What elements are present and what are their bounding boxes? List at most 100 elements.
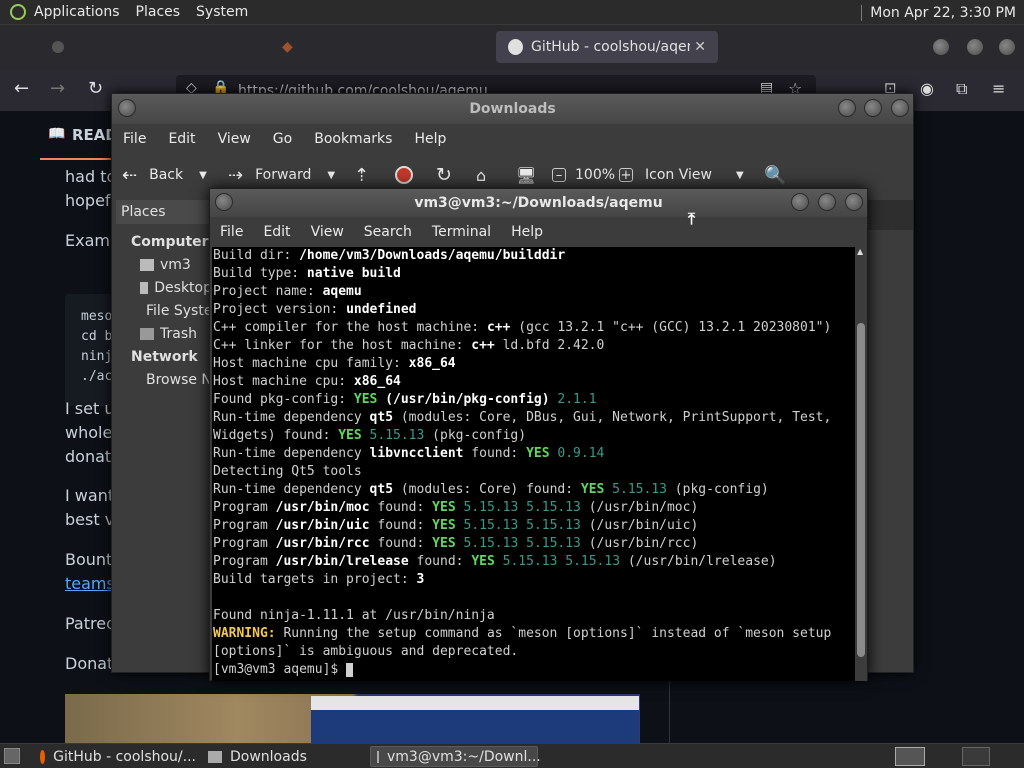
- back-arrow-icon[interactable]: ←: [14, 78, 29, 99]
- taskbar-item-terminal[interactable]: vm3@vm3:~/Downl...: [370, 746, 541, 767]
- applications-menu[interactable]: Applications: [26, 4, 128, 20]
- terminal-icon: [377, 750, 379, 763]
- sidebar-item-browse-network[interactable]: Browse Network: [140, 372, 212, 388]
- tab-inactive-2[interactable]: ◆: [270, 31, 470, 63]
- forward-button[interactable]: ⇢ Forward ▼: [228, 165, 335, 186]
- account-icon[interactable]: ◉: [920, 79, 934, 98]
- sidebar-item-filesystem[interactable]: File System: [140, 303, 212, 319]
- maximize-button[interactable]: [864, 99, 882, 117]
- terminal-text: aqemu: [322, 284, 362, 299]
- back-dropdown-icon[interactable]: ▼: [199, 170, 207, 181]
- terminal-text: (/usr/bin/moc): [580, 500, 699, 515]
- menu-view[interactable]: View: [207, 131, 262, 147]
- terminal-line: Run-time dependency libvncclient found: …: [213, 445, 604, 463]
- system-menu[interactable]: System: [188, 4, 256, 20]
- scrollbar-thumb[interactable]: [857, 323, 865, 657]
- workspace-switcher[interactable]: [895, 747, 925, 766]
- terminal-text: c++: [486, 320, 511, 335]
- trash-icon: [140, 328, 154, 340]
- terminal-text: Program: [213, 554, 276, 569]
- terminal-title: vm3@vm3:~/Downloads/aqemu: [414, 195, 663, 211]
- forward-label: Forward: [255, 167, 312, 183]
- taskbar-item-browser[interactable]: GitHub - coolshou/...: [34, 746, 196, 767]
- stop-icon[interactable]: [395, 166, 413, 184]
- up-icon[interactable]: ⇡: [354, 165, 369, 186]
- extensions-icon[interactable]: ⧉: [956, 79, 967, 99]
- search-icon[interactable]: 🔍: [764, 165, 786, 186]
- terminal-text: Host machine cpu:: [213, 374, 354, 389]
- reload-icon[interactable]: ↻: [88, 78, 103, 99]
- terminal-line: Build targets in project: 3: [213, 571, 424, 589]
- computer-icon[interactable]: 🖥: [516, 166, 536, 185]
- menu-go[interactable]: Go: [262, 131, 303, 147]
- forward-dropdown-icon[interactable]: ▼: [327, 170, 335, 181]
- view-mode-dropdown-icon[interactable]: ▼: [736, 170, 744, 181]
- browser-maximize-button[interactable]: [966, 38, 984, 56]
- terminal-text: found:: [369, 500, 433, 515]
- menu-icon[interactable]: ≡: [992, 79, 1005, 98]
- close-button[interactable]: [891, 99, 909, 117]
- sidebar-item-trash[interactable]: Trash: [140, 326, 212, 342]
- view-mode-select[interactable]: Icon View: [645, 167, 712, 183]
- terminal-line: Run-time dependency qt5 (modules: Core) …: [213, 481, 769, 499]
- file-view-area[interactable]: [868, 200, 913, 230]
- clock-area[interactable]: Mon Apr 22, 3:30 PM: [861, 0, 1016, 25]
- forward-arrow-icon[interactable]: →: [50, 78, 65, 99]
- forward-icon: ⇢: [228, 164, 244, 186]
- tab-inactive-1[interactable]: [40, 31, 240, 63]
- menu-file[interactable]: File: [112, 131, 157, 147]
- taskbar-item-downloads[interactable]: Downloads: [202, 746, 364, 767]
- terminal-text: found:: [369, 536, 433, 551]
- zoom-in-icon[interactable]: +: [619, 168, 633, 183]
- terminal-scrollbar[interactable]: ▲: [855, 247, 867, 681]
- places-header[interactable]: Places: [116, 200, 216, 224]
- terminal-text: Found pkg-config:: [213, 392, 354, 407]
- show-desktop-icon[interactable]: [4, 748, 20, 764]
- close-tab-icon[interactable]: ✕: [694, 39, 706, 55]
- terminal-text: Build targets in project:: [213, 572, 417, 587]
- terminal-window-menu-button[interactable]: [215, 193, 233, 211]
- terminal-line: [options]` is ambiguous and deprecated.: [213, 643, 518, 661]
- terminal-line: Project version: undefined: [213, 301, 417, 319]
- clock[interactable]: Mon Apr 22, 3:30 PM: [870, 5, 1016, 21]
- gnome-foot-icon[interactable]: [10, 4, 26, 20]
- terminal-menu-search[interactable]: Search: [354, 224, 422, 240]
- terminal-text: ld.bfd 2.42.0: [494, 338, 605, 353]
- sidebar-item-desktop[interactable]: Desktop: [140, 280, 212, 296]
- menu-bookmarks[interactable]: Bookmarks: [303, 131, 403, 147]
- window-menu-button[interactable]: [118, 99, 136, 117]
- terminal-menu-help[interactable]: Help: [501, 224, 553, 240]
- home-icon[interactable]: ⌂: [476, 166, 486, 185]
- terminal-text: x86_64: [353, 374, 401, 389]
- terminal-text: YES: [338, 428, 362, 443]
- terminal-output[interactable]: Build dir: /home/vm3/Downloads/aqemu/bui…: [212, 247, 855, 681]
- terminal-menu-view[interactable]: View: [301, 224, 354, 240]
- terminal-minimize-button[interactable]: [791, 193, 809, 211]
- terminal-menu-terminal[interactable]: Terminal: [422, 224, 501, 240]
- reload-icon[interactable]: ↻: [436, 164, 452, 186]
- scroll-up-icon[interactable]: ▲: [857, 247, 863, 256]
- terminal-text: C++ compiler for the host machine:: [213, 320, 487, 335]
- screenshot-image: [65, 694, 640, 744]
- terminal-menu-file[interactable]: File: [210, 224, 253, 240]
- menu-edit[interactable]: Edit: [157, 131, 206, 147]
- zoom-out-icon[interactable]: –: [552, 168, 566, 183]
- minimize-button[interactable]: [838, 99, 856, 117]
- back-label: Back: [149, 167, 184, 183]
- sidebar-item-vm3[interactable]: vm3: [140, 257, 212, 273]
- menu-help[interactable]: Help: [403, 131, 457, 147]
- terminal-maximize-button[interactable]: [818, 193, 836, 211]
- tab-github[interactable]: GitHub - coolshou/aqemu: ✕: [496, 31, 718, 63]
- places-menu[interactable]: Places: [128, 4, 189, 20]
- workspace-switcher-2[interactable]: [962, 747, 990, 766]
- browser-minimize-button[interactable]: [932, 38, 950, 56]
- terminal-menu-edit[interactable]: Edit: [253, 224, 300, 240]
- terminal-close-button[interactable]: [845, 193, 863, 211]
- terminal-line: [vm3@vm3 aqemu]$: [213, 661, 354, 679]
- back-button[interactable]: ⇠ Back ▼: [122, 165, 207, 186]
- terminal-text: 5.15.13 5.15.13: [455, 518, 581, 533]
- file-manager-titlebar[interactable]: Downloads: [112, 94, 913, 124]
- terminal-text: C++ linker for the host machine:: [213, 338, 472, 353]
- terminal-titlebar[interactable]: vm3@vm3:~/Downloads/aqemu: [210, 189, 867, 217]
- browser-close-button[interactable]: [998, 38, 1016, 56]
